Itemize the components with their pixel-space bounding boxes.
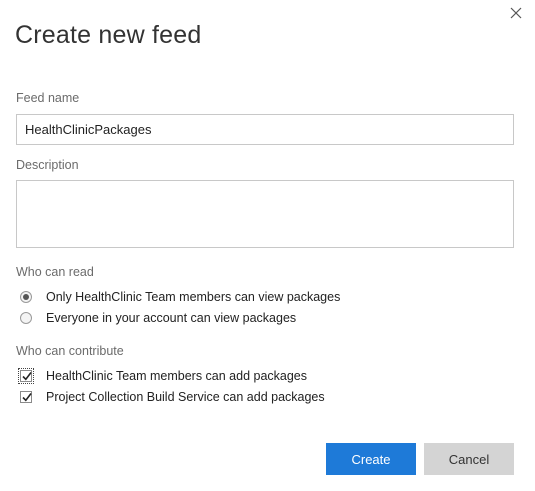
close-button[interactable] xyxy=(505,2,527,24)
contribute-option-build-service[interactable]: Project Collection Build Service can add… xyxy=(20,388,325,406)
checkbox-team[interactable] xyxy=(18,368,34,384)
who-can-contribute-label: Who can contribute xyxy=(16,344,124,358)
read-option-team-label: Only HealthClinic Team members can view … xyxy=(46,290,341,304)
who-can-read-label: Who can read xyxy=(16,265,94,279)
contribute-option-build-service-label: Project Collection Build Service can add… xyxy=(46,390,325,404)
feed-name-label: Feed name xyxy=(16,91,80,105)
contribute-option-team-label: HealthClinic Team members can add packag… xyxy=(46,369,308,383)
checkbox-build-service[interactable] xyxy=(20,391,32,403)
feed-name-input[interactable] xyxy=(16,114,514,145)
read-option-everyone-label: Everyone in your account can view packag… xyxy=(46,311,297,325)
contribute-option-team[interactable]: HealthClinic Team members can add packag… xyxy=(18,367,308,385)
create-button[interactable]: Create xyxy=(326,443,416,475)
read-option-team[interactable]: Only HealthClinic Team members can view … xyxy=(20,288,340,306)
radio-button[interactable] xyxy=(20,312,32,324)
dialog-title: Create new feed xyxy=(15,21,202,49)
close-icon xyxy=(510,7,522,19)
read-option-everyone[interactable]: Everyone in your account can view packag… xyxy=(20,309,296,327)
description-label: Description xyxy=(16,158,79,172)
description-input[interactable] xyxy=(16,180,514,248)
check-icon xyxy=(22,372,32,381)
create-feed-dialog: Create new feed Feed name Description Wh… xyxy=(0,0,535,491)
check-icon xyxy=(22,393,32,402)
radio-button-selected[interactable] xyxy=(20,291,32,303)
cancel-button[interactable]: Cancel xyxy=(424,443,514,475)
